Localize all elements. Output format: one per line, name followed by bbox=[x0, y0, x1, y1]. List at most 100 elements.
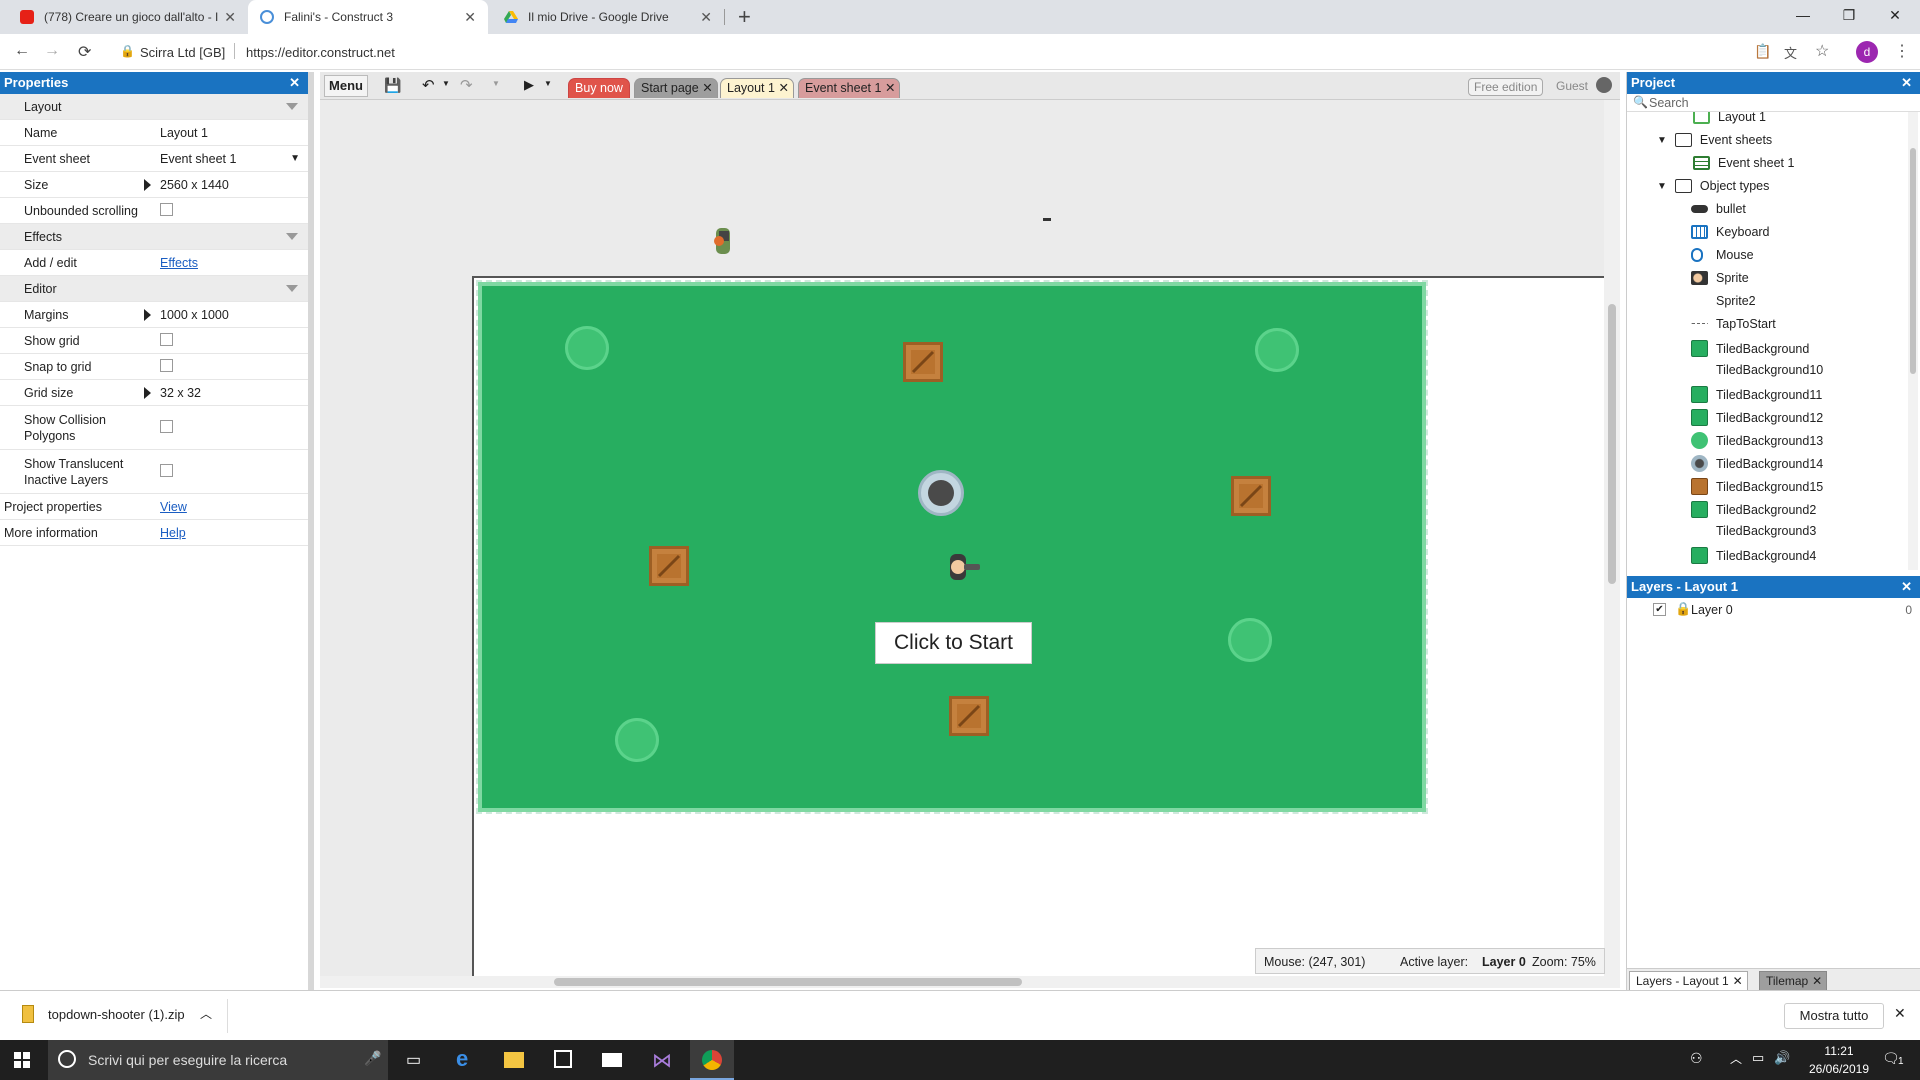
tree-item-tiledbackground4[interactable]: TiledBackground4 bbox=[1691, 547, 1816, 564]
tree-item-sprite[interactable]: Sprite bbox=[1691, 271, 1749, 285]
section-editor[interactable]: Editor bbox=[0, 276, 308, 302]
undo-icon[interactable]: ↶ bbox=[422, 76, 435, 94]
section-layout[interactable]: Layout bbox=[0, 94, 308, 120]
close-icon[interactable]: ✕ bbox=[1733, 972, 1743, 990]
tree-item-sprite2[interactable]: Sprite2 bbox=[1691, 294, 1756, 308]
collapse-icon[interactable] bbox=[286, 285, 298, 292]
prop-row-show-grid[interactable]: Show grid bbox=[0, 328, 308, 354]
file-explorer-icon[interactable] bbox=[504, 1052, 524, 1068]
browser-tab-drive[interactable]: Il mio Drive - Google Drive ✕ bbox=[492, 0, 724, 34]
bullet-object[interactable] bbox=[1043, 218, 1051, 221]
tree-item-bullet[interactable]: bullet bbox=[1691, 202, 1746, 216]
close-icon[interactable]: ✕ bbox=[885, 79, 895, 97]
lock-icon[interactable]: 🔒 bbox=[1675, 601, 1691, 617]
visual-studio-icon[interactable]: ⋈ bbox=[652, 1048, 672, 1073]
minimize-button[interactable]: — bbox=[1780, 0, 1826, 30]
view-link[interactable]: View bbox=[160, 500, 187, 514]
vertical-scrollbar[interactable] bbox=[1604, 100, 1620, 976]
browser-tab-youtube[interactable]: (778) Creare un gioco dall'alto - I ✕ bbox=[8, 0, 248, 34]
tab-layers[interactable]: Layers - Layout 1 ✕ bbox=[1629, 971, 1748, 990]
prop-row-margins[interactable]: Margins 1000 x 1000 bbox=[0, 302, 308, 328]
prop-row-snap-to-grid[interactable]: Snap to grid bbox=[0, 354, 308, 380]
save-icon[interactable]: 💾 bbox=[384, 77, 401, 94]
close-icon[interactable]: ✕ bbox=[289, 72, 300, 94]
tree-item-tiledbackground2[interactable]: TiledBackground2 bbox=[1691, 501, 1816, 518]
chevron-up-icon[interactable]: ︿ bbox=[1730, 1050, 1742, 1067]
prop-row-more-information[interactable]: More information Help bbox=[0, 520, 308, 546]
tree-item-tiledbackground12[interactable]: TiledBackground12 bbox=[1691, 409, 1823, 426]
tab-start-page[interactable]: Start page ✕ bbox=[634, 78, 718, 98]
guest-label[interactable]: Guest bbox=[1556, 79, 1588, 93]
tree-item-taptostart[interactable]: TapToStart bbox=[1691, 317, 1776, 331]
redo-icon[interactable]: ↷ bbox=[460, 76, 473, 94]
forward-icon[interactable]: → bbox=[44, 42, 60, 60]
effects-link[interactable]: Effects bbox=[160, 256, 198, 270]
prop-value[interactable]: 32 x 32 bbox=[160, 386, 201, 400]
checkbox[interactable] bbox=[160, 358, 173, 372]
tree-item-tiledbackground13[interactable]: TiledBackground13 bbox=[1691, 432, 1823, 449]
expand-icon[interactable]: ▼ bbox=[1657, 135, 1667, 146]
tab-tilemap[interactable]: Tilemap ✕ bbox=[1759, 971, 1828, 990]
player-sprite[interactable] bbox=[948, 552, 984, 582]
prop-value[interactable]: 2560 x 1440 bbox=[160, 178, 229, 192]
crate-object[interactable] bbox=[949, 696, 989, 736]
layout-canvas[interactable]: Click to Start Mouse: (247, 301) Active … bbox=[320, 100, 1620, 988]
prop-value[interactable]: Event sheet 1 bbox=[160, 152, 236, 166]
project-scrollbar[interactable] bbox=[1908, 112, 1918, 570]
windows-start-icon[interactable] bbox=[14, 1052, 30, 1068]
prop-row-event-sheet[interactable]: Event sheet Event sheet 1 ▼ bbox=[0, 146, 308, 172]
section-effects[interactable]: Effects bbox=[0, 224, 308, 250]
new-tab-button[interactable]: + bbox=[738, 4, 751, 30]
tree-item-tiledbackground[interactable]: TiledBackground bbox=[1691, 340, 1809, 357]
profile-avatar-icon[interactable]: d bbox=[1856, 41, 1878, 63]
tree-item-tiledbackground10[interactable]: TiledBackground10 bbox=[1691, 363, 1823, 377]
close-icon[interactable]: ✕ bbox=[1894, 1005, 1906, 1022]
tree-item-tiledbackground11[interactable]: TiledBackground11 bbox=[1691, 386, 1822, 403]
prop-row-name[interactable]: Name Layout 1 bbox=[0, 120, 308, 146]
tree-item-tiledbackground14[interactable]: TiledBackground14 bbox=[1691, 455, 1823, 472]
project-search[interactable]: 🔍 Search bbox=[1627, 94, 1920, 112]
checkbox[interactable] bbox=[160, 419, 173, 433]
collapse-icon[interactable] bbox=[286, 103, 298, 110]
crate-object[interactable] bbox=[649, 546, 689, 586]
close-icon[interactable]: ✕ bbox=[1812, 972, 1822, 990]
expand-icon[interactable] bbox=[144, 178, 151, 191]
bush-object[interactable] bbox=[1255, 328, 1299, 372]
close-icon[interactable]: ✕ bbox=[1901, 576, 1912, 598]
preview-dropdown-icon[interactable]: ▼ bbox=[544, 79, 552, 88]
chrome-taskbar-button[interactable] bbox=[690, 1040, 734, 1080]
clipboard-icon[interactable]: 📋 bbox=[1754, 43, 1771, 60]
tap-to-start-text[interactable]: Click to Start bbox=[875, 622, 1032, 664]
scroll-thumb[interactable] bbox=[554, 978, 1022, 986]
prop-row-unbounded-scrolling[interactable]: Unbounded scrolling bbox=[0, 198, 308, 224]
network-icon[interactable]: ▭ bbox=[1752, 1050, 1764, 1066]
bush-object[interactable] bbox=[1228, 618, 1272, 662]
dropdown-arrow-icon[interactable]: ▼ bbox=[290, 153, 300, 164]
scroll-thumb[interactable] bbox=[1910, 148, 1916, 374]
tree-item-mouse[interactable]: Mouse bbox=[1691, 248, 1754, 262]
close-icon[interactable]: ✕ bbox=[1901, 72, 1912, 94]
volume-icon[interactable]: 🔊 bbox=[1774, 1050, 1790, 1066]
user-account-icon[interactable] bbox=[1596, 77, 1612, 93]
tree-item-tiledbackground3[interactable]: TiledBackground3 bbox=[1691, 524, 1816, 538]
bush-object[interactable] bbox=[615, 718, 659, 762]
prop-row-project-properties[interactable]: Project properties View bbox=[0, 494, 308, 520]
buy-now-button[interactable]: Buy now bbox=[568, 78, 630, 98]
clock-time[interactable]: 11:21 bbox=[1804, 1044, 1874, 1058]
horizontal-scrollbar[interactable] bbox=[320, 976, 1620, 988]
show-all-button[interactable]: Mostra tutto bbox=[1784, 1003, 1884, 1029]
microphone-icon[interactable]: 🎤 bbox=[364, 1050, 381, 1067]
taskbar-search-box[interactable]: Scrivi qui per eseguire la ricerca 🎤 bbox=[48, 1040, 388, 1080]
prop-row-add-edit[interactable]: Add / edit Effects bbox=[0, 250, 308, 276]
bush-object[interactable] bbox=[565, 326, 609, 370]
translate-icon[interactable]: 文 bbox=[1784, 43, 1797, 62]
preview-play-icon[interactable]: ▶ bbox=[524, 77, 534, 93]
store-icon[interactable] bbox=[554, 1050, 572, 1068]
close-icon[interactable]: ✕ bbox=[702, 79, 712, 97]
maximize-button[interactable]: ❐ bbox=[1826, 0, 1872, 30]
tree-item-layout-1[interactable]: Layout 1 bbox=[1693, 112, 1766, 124]
edge-icon[interactable]: e bbox=[456, 1046, 468, 1072]
prop-value[interactable]: 1000 x 1000 bbox=[160, 308, 229, 322]
crate-object[interactable] bbox=[1231, 476, 1271, 516]
checkbox[interactable] bbox=[160, 332, 173, 346]
